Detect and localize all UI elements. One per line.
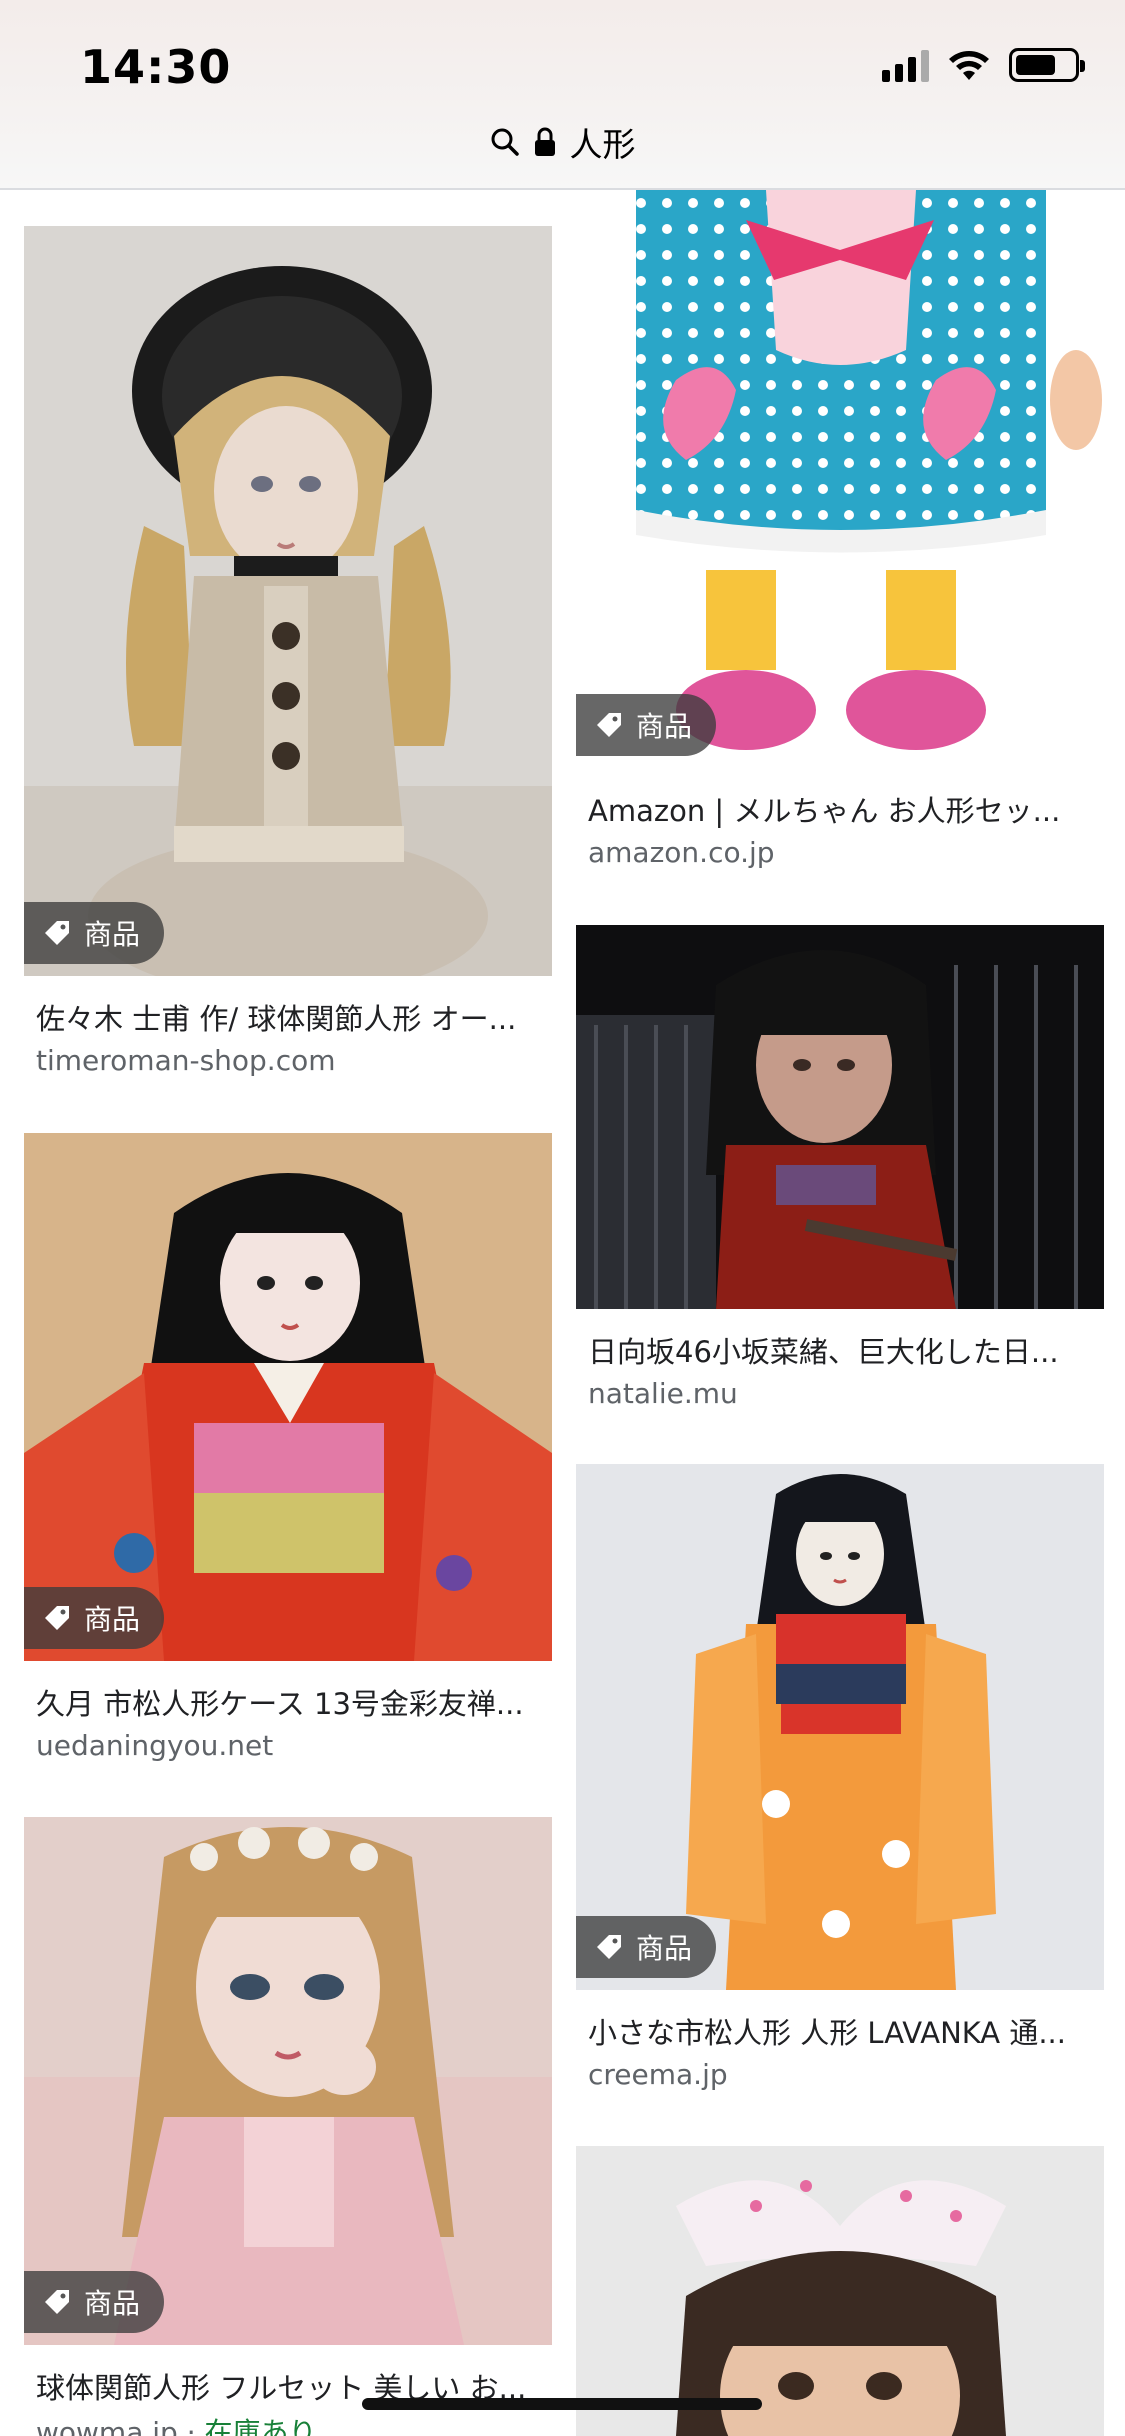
url-bar[interactable]: 人形 xyxy=(0,118,1125,166)
result-thumbnail[interactable]: 商品 xyxy=(24,226,552,976)
home-indicator[interactable] xyxy=(362,2398,762,2410)
result-domain: amazon.co.jp xyxy=(588,836,775,869)
product-badge-label: 商品 xyxy=(84,1603,141,1636)
doll-image-bjd-bonnet xyxy=(24,226,552,976)
battery-icon xyxy=(1009,48,1085,82)
product-badge: 商品 xyxy=(24,902,165,964)
doll-image-small-ichimatsu xyxy=(576,1464,1104,1990)
doll-image-mell-chan xyxy=(576,190,1104,768)
result-card[interactable]: 商品 久月 市松人形ケース 13号金彩友禅... uedaningyou.net xyxy=(24,1133,552,1762)
domain-separator: · xyxy=(177,2416,205,2436)
product-badge: 商品 xyxy=(576,1916,717,1978)
result-domain: natalie.mu xyxy=(588,1377,738,1410)
doll-image-toddler-bow xyxy=(576,2146,1104,2436)
result-domain: wowma.jp · 在庫あり xyxy=(36,2411,317,2436)
tag-icon xyxy=(597,713,621,737)
result-domain-text: wowma.jp xyxy=(36,2416,178,2436)
doll-image-ichimatsu-red-kimono xyxy=(24,1133,552,1661)
result-card[interactable]: 商品 球体関節人形 フルセット 美しい お... wowma.jp · 在庫あり xyxy=(24,1817,552,2436)
result-thumbnail[interactable]: 商品 xyxy=(24,1817,552,2345)
product-badge: 商品 xyxy=(24,1587,165,1649)
browser-top-bar: 14:30 人形 xyxy=(0,0,1125,190)
result-title[interactable]: 久月 市松人形ケース 13号金彩友禅... xyxy=(36,1681,548,1723)
tag-icon xyxy=(45,1606,69,1630)
result-thumbnail[interactable] xyxy=(576,925,1104,1309)
url-query: 人形 xyxy=(569,125,636,164)
doll-image-bjd-pink-dress xyxy=(24,1817,552,2345)
result-domain: creema.jp xyxy=(588,2058,728,2091)
result-domain: timeroman-shop.com xyxy=(36,1044,336,1077)
status-icons xyxy=(882,48,1085,82)
result-card[interactable]: 商品 小さな市松人形 人形 LAVANKA 通... creema.jp xyxy=(576,1464,1104,2091)
tag-icon xyxy=(45,921,69,945)
result-card[interactable]: 日向坂46小坂菜緒、巨大化した日... natalie.mu xyxy=(576,925,1104,1410)
result-title[interactable]: 日向坂46小坂菜緒、巨大化した日... xyxy=(588,1329,1100,1371)
in-stock-label: 在庫あり xyxy=(204,2416,317,2436)
result-card[interactable]: 商品 Amazon | メルちゃん お人形セッ... amazon.co.jp xyxy=(576,190,1104,869)
result-title[interactable]: 佐々木 士甫 作/ 球体関節人形 オー... xyxy=(36,996,548,1038)
product-badge-label: 商品 xyxy=(636,710,693,743)
doll-image-dark-scene xyxy=(576,925,1104,1309)
cellular-signal-icon xyxy=(882,48,929,82)
tag-icon xyxy=(45,2290,69,2314)
product-badge-label: 商品 xyxy=(636,1932,693,1965)
product-badge-label: 商品 xyxy=(84,2287,141,2320)
result-thumbnail[interactable]: 商品 xyxy=(576,1464,1104,1990)
result-card[interactable] xyxy=(576,2146,1104,2436)
result-thumbnail[interactable]: 商品 xyxy=(576,190,1104,768)
result-card[interactable]: 商品 佐々木 士甫 作/ 球体関節人形 オー... timeroman-shop… xyxy=(24,226,552,1077)
result-thumbnail[interactable]: 商品 xyxy=(24,1133,552,1661)
product-badge: 商品 xyxy=(576,694,717,756)
status-time: 14:30 xyxy=(80,40,232,94)
product-badge-label: 商品 xyxy=(84,918,141,951)
lock-icon xyxy=(534,127,555,156)
tag-icon xyxy=(597,1935,621,1959)
search-icon xyxy=(491,128,519,156)
wifi-icon xyxy=(949,51,989,80)
product-badge: 商品 xyxy=(24,2271,165,2333)
result-domain: uedaningyou.net xyxy=(36,1729,274,1762)
result-title[interactable]: Amazon | メルちゃん お人形セッ... xyxy=(588,788,1100,830)
result-title[interactable]: 小さな市松人形 人形 LAVANKA 通... xyxy=(588,2010,1100,2052)
result-thumbnail[interactable] xyxy=(576,2146,1104,2436)
